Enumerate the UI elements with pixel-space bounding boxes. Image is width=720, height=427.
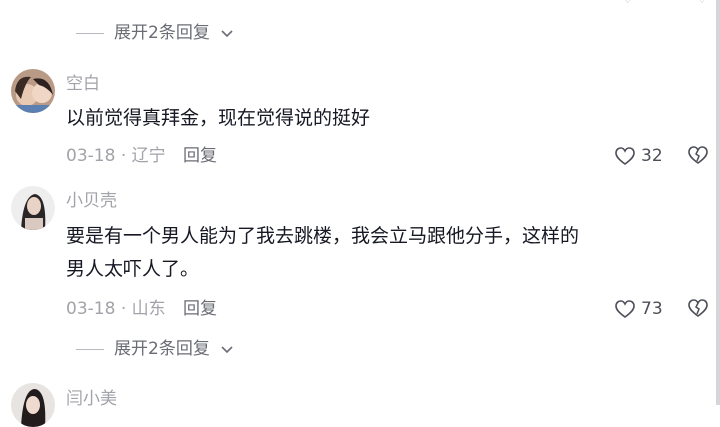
chevron-down-icon <box>221 30 233 38</box>
comment-date: 03-18 <box>66 299 116 319</box>
heart-outline-icon <box>615 146 635 165</box>
avatar-image <box>11 383 55 427</box>
comment-date: 03-18 <box>66 146 116 166</box>
comment-location: 辽宁 <box>131 146 166 166</box>
avatar-image <box>11 186 55 230</box>
top-partial-icons: ♡ ━━ ♡ <box>620 0 710 8</box>
comment-username[interactable]: 闫小美 <box>66 388 117 410</box>
dislike-button[interactable] <box>688 299 708 318</box>
broken-heart-icon <box>688 146 708 164</box>
comment-username[interactable]: 空白 <box>66 73 100 95</box>
heart-outline-icon <box>615 299 635 318</box>
comment-username[interactable]: 小贝壳 <box>66 190 117 212</box>
comment-meta: 03-18 · 山东 回复 <box>66 299 217 319</box>
expand-replies-label: 展开2条回复 <box>114 23 210 43</box>
top-partial-meta: ━━━━━━━━━━ <box>66 0 168 8</box>
reply-button[interactable]: 回复 <box>183 146 217 166</box>
expand-replies-button[interactable]: 展开2条回复 <box>76 23 234 43</box>
dislike-button[interactable] <box>688 146 708 165</box>
like-count: 32 <box>641 146 663 166</box>
meta-separator: · <box>120 299 127 319</box>
avatar[interactable] <box>11 186 55 230</box>
comment-text-line: 要是有一个男人能为了我去跳楼，我会立马跟他分手，这样的 <box>66 225 580 247</box>
scroll-edge <box>716 0 720 405</box>
like-button[interactable]: 73 <box>615 299 663 319</box>
like-count: 73 <box>641 299 663 319</box>
like-button[interactable]: 32 <box>615 146 663 166</box>
chevron-down-icon <box>221 346 233 354</box>
meta-separator: · <box>120 146 127 166</box>
comment-meta: 03-18 · 辽宁 回复 <box>66 146 217 166</box>
comment-text: 以前觉得真拜金，现在觉得说的挺好 <box>66 107 371 129</box>
expand-divider <box>76 348 104 350</box>
comment-location: 山东 <box>131 299 166 319</box>
expand-divider <box>76 32 104 34</box>
avatar-image <box>11 69 55 113</box>
comment-text-line: 男人太吓人了。 <box>66 258 200 280</box>
expand-replies-button[interactable]: 展开2条回复 <box>76 339 234 359</box>
reply-button[interactable]: 回复 <box>183 299 217 319</box>
broken-heart-icon <box>688 299 708 317</box>
expand-replies-label: 展开2条回复 <box>114 339 210 359</box>
avatar[interactable] <box>11 69 55 113</box>
avatar[interactable] <box>11 383 55 427</box>
